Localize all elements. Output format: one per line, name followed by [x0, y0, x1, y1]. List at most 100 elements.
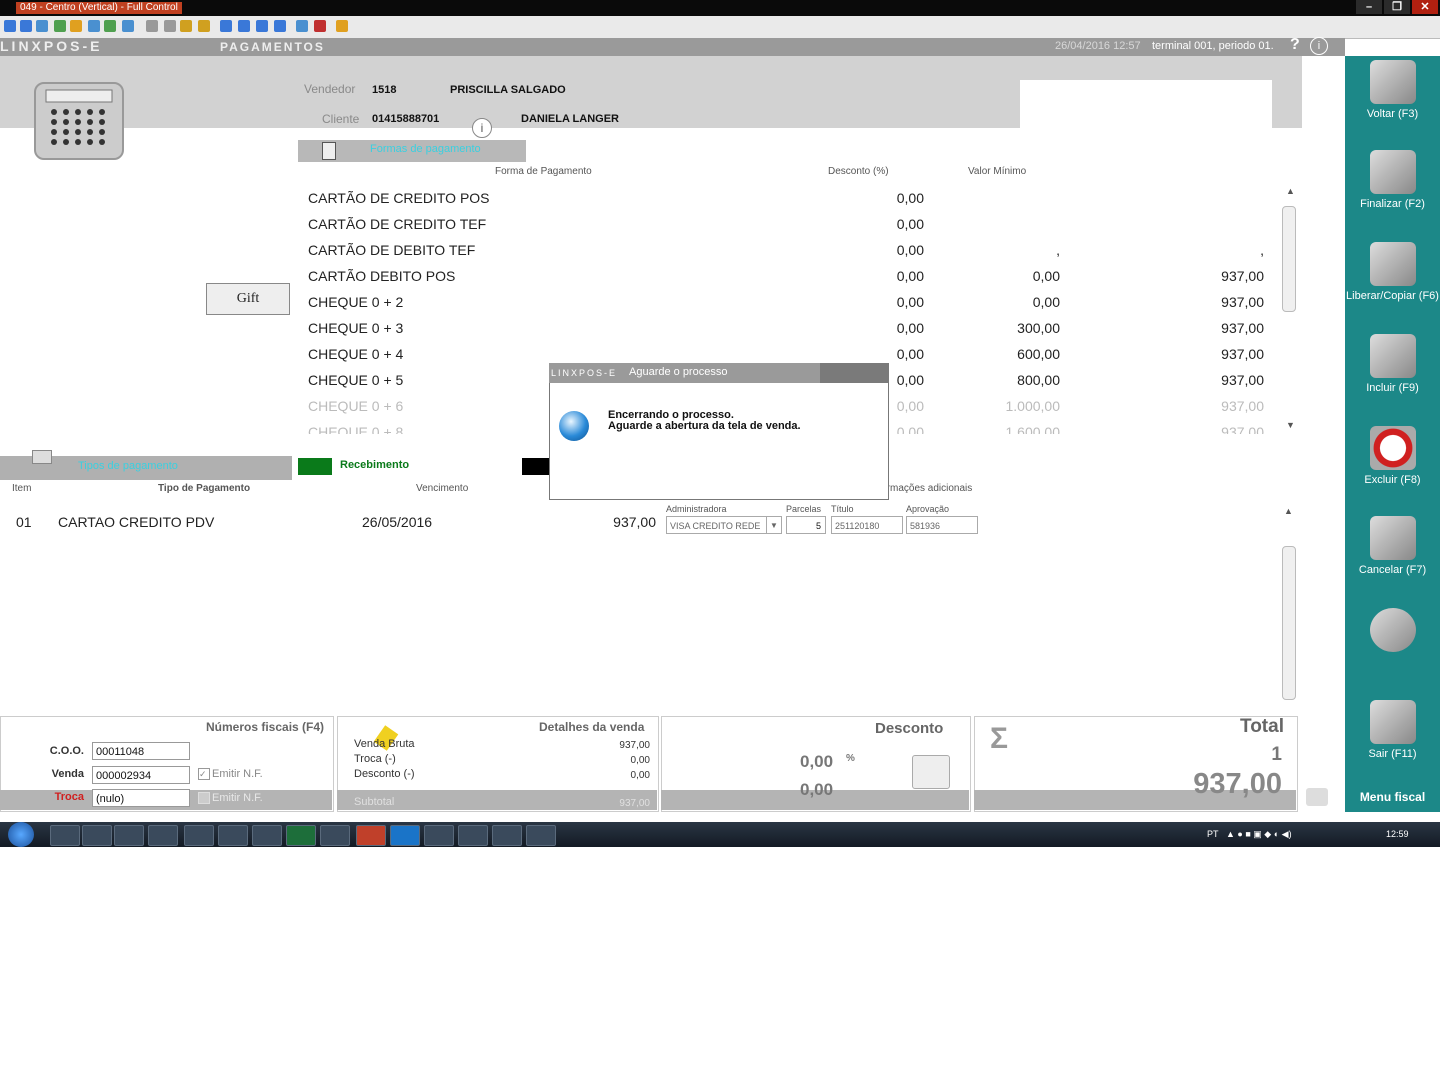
vendedor-name: PRISCILLA SALGADO	[450, 84, 566, 96]
fiscal-title: Números fiscais (F4)	[206, 720, 325, 734]
emitir-nf-checkbox-troca[interactable]	[198, 792, 210, 804]
payment-vencimento: 26/05/2016	[362, 514, 433, 530]
forma-name: CARTÃO DE CREDITO POS	[308, 190, 490, 206]
taskbar-clock[interactable]: 12:59	[1386, 829, 1409, 839]
taskbar-skype-icon[interactable]	[390, 825, 420, 846]
header-item: Item	[12, 483, 32, 494]
client-info-icon[interactable]: i	[472, 118, 492, 138]
sidebar-item-pesquisar[interactable]	[1345, 608, 1440, 656]
taskbar-app-icon-5[interactable]	[458, 825, 488, 846]
forma-valor-maximo: 937,00	[1221, 320, 1264, 336]
toolbar-icon-14[interactable]	[238, 20, 250, 32]
gift-card-icon[interactable]: Gift	[206, 283, 290, 315]
cliente-code: 01415888701	[372, 113, 440, 125]
chevron-down-icon[interactable]: ▼	[766, 517, 781, 533]
forma-valor-minimo: 800,00	[1017, 372, 1060, 388]
sidebar-item-excluir[interactable]: Excluir (F8)	[1345, 426, 1440, 486]
sidebar-item-liberar[interactable]: Liberar/Copiar (F6)	[1345, 242, 1440, 302]
tab-tipos-label: Tipos de pagamento	[78, 460, 178, 472]
emitir-nf-label: Emitir N.F.	[212, 768, 263, 780]
sidebar-item-incluir[interactable]: Incluir (F9)	[1345, 334, 1440, 394]
taskbar-app-icon-1[interactable]	[218, 825, 248, 846]
toolbar-icon-5[interactable]	[70, 20, 82, 32]
emitir-nf-checkbox[interactable]: ✓	[198, 768, 210, 780]
sidebar-item-finalizar[interactable]: Finalizar (F2)	[1345, 150, 1440, 210]
toolbar-icon-2[interactable]	[20, 20, 32, 32]
taskbar-powerpoint-icon[interactable]	[356, 825, 386, 846]
toolbar-icon-9[interactable]	[146, 20, 158, 32]
forma-name: CHEQUE 0 + 6	[308, 398, 404, 414]
sidebar-item-voltar[interactable]: Voltar (F3)	[1345, 60, 1440, 120]
detalhes-title: Detalhes da venda	[539, 720, 645, 734]
restore-button[interactable]: ❐	[1384, 0, 1410, 14]
taskbar-ie-icon[interactable]	[50, 825, 80, 846]
taskbar-media-icon[interactable]	[114, 825, 144, 846]
close-button[interactable]: ✕	[1412, 0, 1438, 14]
menu-fiscal-button[interactable]: Menu fiscal	[1345, 790, 1440, 804]
tray-icons[interactable]: ▲ ● ■ ▣ ◆ ◐ ◀)	[1226, 829, 1292, 840]
forma-name: CARTÃO DE CREDITO TEF	[308, 216, 487, 232]
administradora-select[interactable]: VISA CREDITO REDE ▼	[666, 516, 782, 534]
discount-button[interactable]	[912, 755, 950, 789]
toolbar-icon-12[interactable]	[198, 20, 210, 32]
payments-scrollbar[interactable]	[1282, 546, 1296, 700]
toolbar-icon-10[interactable]	[164, 20, 176, 32]
parcelas-input[interactable]: 5	[786, 516, 826, 534]
toolbar-icon-17[interactable]	[296, 20, 308, 32]
toolbar-icon-8[interactable]	[122, 20, 134, 32]
desconto-value: 0,00	[800, 780, 834, 799]
scroll-up-icon[interactable]: ▲	[1286, 186, 1295, 196]
forma-desconto: 0,00	[896, 242, 924, 258]
toolbar-icon-6[interactable]	[88, 20, 100, 32]
taskbar-excel-icon[interactable]	[286, 825, 316, 846]
sidebar-item-label: Finalizar (F2)	[1360, 198, 1425, 210]
toolbar-icon-4[interactable]	[54, 20, 66, 32]
sidebar-item-label: Voltar (F3)	[1366, 108, 1419, 120]
toolbar-icon-18[interactable]	[314, 20, 326, 32]
toolbar-icon-16[interactable]	[274, 20, 286, 32]
sidebar-item-sair[interactable]: Sair (F11)	[1345, 700, 1440, 760]
formas-scrollbar[interactable]	[1282, 206, 1296, 312]
cliente-name: DANIELA LANGER	[521, 113, 619, 125]
toolbar-icon-19[interactable]	[336, 20, 348, 32]
toolbar-icon-1[interactable]	[4, 20, 16, 32]
copy-icon	[1369, 242, 1416, 286]
forma-name: CHEQUE 0 + 4	[308, 346, 404, 362]
scroll-down-icon[interactable]: ▼	[1286, 420, 1295, 430]
taskbar-chrome-icon[interactable]	[184, 825, 214, 846]
coo-field[interactable]: 00011048	[92, 742, 190, 760]
taskbar-app-icon-7[interactable]	[526, 825, 556, 846]
sidebar-item-label: Incluir (F9)	[1366, 382, 1419, 394]
parcelas-label: Parcelas	[786, 504, 822, 514]
help-icon[interactable]: ?	[1290, 36, 1300, 54]
taskbar-app-icon-6[interactable]	[492, 825, 522, 846]
language-indicator[interactable]: PT	[1207, 829, 1219, 839]
payments-scroll-up-icon[interactable]: ▲	[1284, 506, 1293, 516]
minimize-button[interactable]: –	[1356, 0, 1382, 14]
aprovacao-input[interactable]: 581936	[906, 516, 978, 534]
taskbar-app-icon-4[interactable]	[424, 825, 454, 846]
toolbar-icon-7[interactable]	[104, 20, 116, 32]
sidebar-item-cancelar[interactable]: Cancelar (F7)	[1345, 516, 1440, 576]
taskbar-app-icon-3[interactable]	[320, 825, 350, 846]
toolbar-icon-15[interactable]	[256, 20, 268, 32]
venda-field[interactable]: 000002934	[92, 766, 190, 784]
toolbar-icon-11[interactable]	[180, 20, 192, 32]
troca-field[interactable]: (nulo)	[92, 789, 190, 807]
header-terminal: terminal 001, periodo 01.	[1152, 40, 1274, 52]
taskbar-app-icon-2[interactable]	[252, 825, 282, 846]
forma-name: CARTÃO DEBITO POS	[308, 268, 456, 284]
start-button[interactable]	[8, 822, 34, 847]
taskbar-firefox-icon[interactable]	[148, 825, 178, 846]
toolbar-icon-3[interactable]	[36, 20, 48, 32]
toolbar-icon-13[interactable]	[220, 20, 232, 32]
troca-label: Troca	[54, 791, 84, 803]
status-indicator	[522, 458, 550, 475]
total-title: Total	[1240, 716, 1284, 737]
info-icon[interactable]: i	[1310, 37, 1328, 55]
titulo-input[interactable]: 251120180	[831, 516, 903, 534]
forma-valor-maximo: ,	[1260, 242, 1264, 258]
forma-valor-maximo: 937,00	[1221, 346, 1264, 362]
calculator-icon[interactable]	[34, 82, 124, 160]
taskbar-explorer-icon[interactable]	[82, 825, 112, 846]
